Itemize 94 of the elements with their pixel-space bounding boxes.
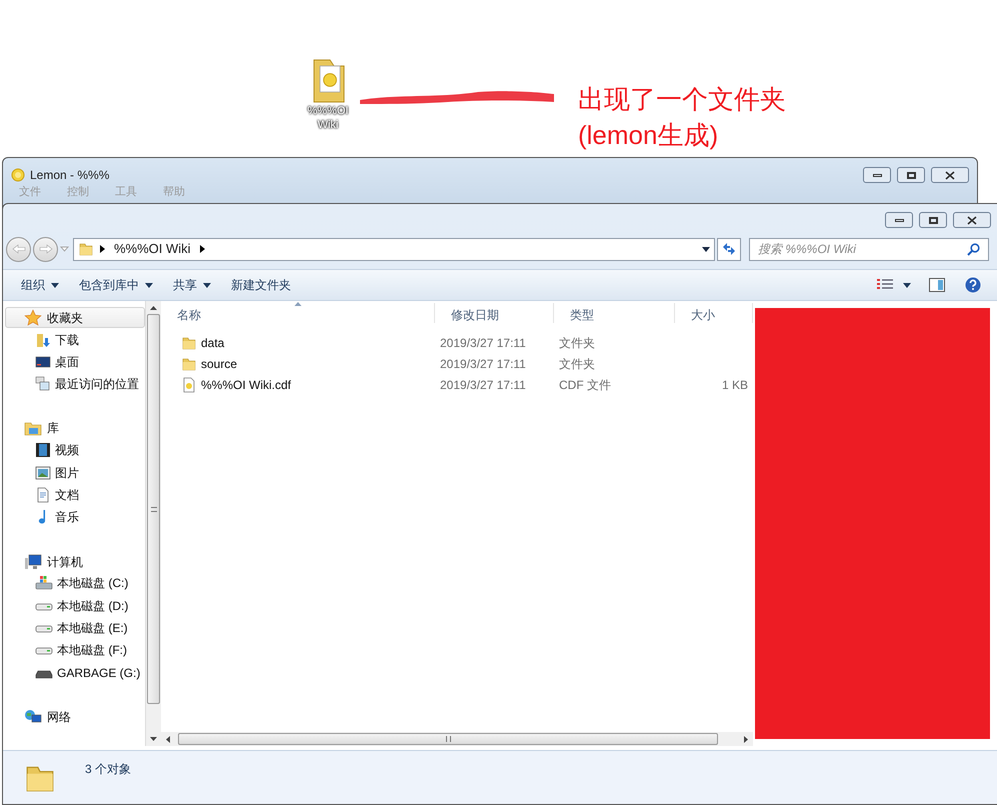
folder-icon bbox=[181, 356, 197, 372]
scroll-right-icon bbox=[744, 736, 748, 742]
scroll-left-icon bbox=[166, 736, 170, 742]
horizontal-scrollbar[interactable] bbox=[161, 732, 753, 746]
table-cell-text: 2019/3/27 17:11 bbox=[439, 334, 527, 352]
file-name[interactable]: %%%OI Wiki.cdf bbox=[201, 376, 292, 394]
nav-item[interactable]: 音乐 bbox=[5, 506, 145, 528]
minimize-button[interactable] bbox=[863, 167, 891, 183]
window-title: Lemon - %%% bbox=[30, 167, 110, 184]
search-field[interactable]: 搜索 %%%OI Wiki bbox=[749, 238, 989, 260]
nav-item[interactable]: 文档 bbox=[5, 484, 145, 506]
nav-item[interactable]: 下载 bbox=[5, 328, 145, 351]
nav-item[interactable]: 视频 bbox=[5, 439, 145, 462]
minimize-button[interactable] bbox=[885, 212, 913, 228]
picture-icon bbox=[35, 464, 51, 481]
dropdown-arrow-icon bbox=[903, 282, 911, 288]
toolbar-button[interactable]: 包含到库中 bbox=[69, 273, 163, 297]
table-cell-text: 文件夹 bbox=[558, 334, 596, 352]
annotation-text: 出现了一个文件夹 bbox=[578, 84, 786, 114]
address-bar[interactable]: %%%OI Wiki bbox=[73, 238, 715, 260]
address-segment[interactable]: %%%OI Wiki bbox=[114, 239, 191, 259]
search-icon bbox=[967, 242, 980, 256]
status-text: 3 个对象 bbox=[85, 761, 132, 778]
table-cell-text: 2019/3/27 17:11 bbox=[439, 376, 527, 394]
nav-group[interactable]: 库 bbox=[5, 418, 145, 440]
help-icon bbox=[965, 277, 981, 293]
forward-button[interactable] bbox=[33, 236, 58, 262]
toolbar-button[interactable]: 组织 bbox=[11, 273, 69, 297]
close-button[interactable] bbox=[931, 167, 969, 183]
nav-group[interactable]: 计算机 bbox=[5, 550, 145, 572]
document-icon bbox=[181, 376, 197, 392]
column-header[interactable]: 类型 bbox=[554, 303, 675, 323]
computer-icon bbox=[24, 554, 42, 570]
nav-item[interactable]: 图片 bbox=[5, 461, 145, 484]
dropdown-arrow-icon[interactable] bbox=[702, 246, 710, 252]
scrollbar-thumb[interactable] bbox=[178, 733, 718, 745]
dropdown-arrow-icon bbox=[145, 282, 153, 288]
column-header[interactable]: 修改日期 bbox=[435, 303, 554, 323]
toolbar-button[interactable]: 新建文件夹 bbox=[221, 273, 301, 297]
chevron-icon bbox=[100, 245, 105, 253]
folder-icon bbox=[181, 334, 197, 350]
star-icon bbox=[24, 308, 42, 327]
column-header[interactable]: 名称 bbox=[161, 303, 435, 323]
scrollbar-thumb[interactable] bbox=[147, 314, 160, 704]
folder-arrow-icon bbox=[35, 332, 51, 348]
maximize-button[interactable] bbox=[897, 167, 925, 183]
music-note-icon bbox=[38, 510, 48, 525]
desktop-icon-label: %%%OI Wiki bbox=[306, 104, 350, 132]
forward-arrow-icon bbox=[38, 244, 52, 254]
search-input[interactable]: 搜索 %%%OI Wiki bbox=[758, 240, 967, 258]
table-cell-text: 文件夹 bbox=[558, 356, 596, 372]
table-cell-text: 1 KB bbox=[720, 376, 748, 394]
file-name[interactable]: source bbox=[201, 354, 238, 372]
annotation-text: (lemon生成) bbox=[578, 120, 720, 150]
close-icon bbox=[967, 216, 977, 224]
nav-group[interactable]: 收藏夹 bbox=[5, 307, 145, 328]
dropdown-arrow-icon bbox=[203, 282, 211, 288]
scroll-down-icon bbox=[150, 737, 157, 741]
nav-item[interactable]: 本地磁盘 (E:) bbox=[5, 616, 145, 640]
maximize-button[interactable] bbox=[919, 212, 947, 228]
refresh-icon bbox=[722, 242, 736, 256]
nav-item[interactable]: 本地磁盘 (F:) bbox=[5, 639, 145, 662]
film-icon bbox=[35, 442, 51, 458]
file-name[interactable]: data bbox=[201, 334, 224, 352]
toolbar-button[interactable]: 共享 bbox=[163, 273, 221, 297]
network-icon bbox=[24, 708, 42, 725]
dropdown-arrow-icon bbox=[51, 282, 59, 288]
library-icon bbox=[24, 420, 42, 436]
windows-drive-icon bbox=[35, 575, 53, 592]
details-view-icon bbox=[877, 279, 893, 291]
close-icon bbox=[945, 170, 955, 180]
lemon-icon bbox=[11, 168, 25, 182]
document-icon bbox=[35, 486, 51, 503]
vertical-scrollbar[interactable] bbox=[145, 301, 161, 746]
refresh-button[interactable] bbox=[717, 238, 741, 260]
nav-item[interactable]: GARBAGE (G:) bbox=[5, 662, 145, 684]
column-header[interactable]: 大小 bbox=[675, 303, 753, 323]
back-button[interactable] bbox=[6, 236, 31, 262]
folder-icon bbox=[78, 241, 94, 257]
nav-item[interactable]: 本地磁盘 (C:) bbox=[5, 572, 145, 595]
chevron-icon bbox=[200, 245, 205, 253]
preview-pane-icon bbox=[929, 278, 945, 292]
back-arrow-icon bbox=[12, 244, 26, 254]
close-button[interactable] bbox=[953, 212, 991, 228]
nav-item[interactable]: 桌面 bbox=[5, 350, 145, 374]
scroll-up-icon bbox=[150, 306, 157, 310]
nav-group[interactable]: 网络 bbox=[5, 706, 145, 728]
monitor-icon bbox=[35, 354, 51, 370]
sort-arrow-icon bbox=[294, 302, 301, 306]
nav-item[interactable]: 本地磁盘 (D:) bbox=[5, 594, 145, 617]
nav-item[interactable]: 最近访问的位置 bbox=[5, 373, 145, 396]
recent-places-icon bbox=[35, 376, 51, 392]
table-cell-text: 2019/3/27 17:11 bbox=[439, 356, 527, 372]
table-cell-text: CDF 文件 bbox=[558, 376, 612, 394]
